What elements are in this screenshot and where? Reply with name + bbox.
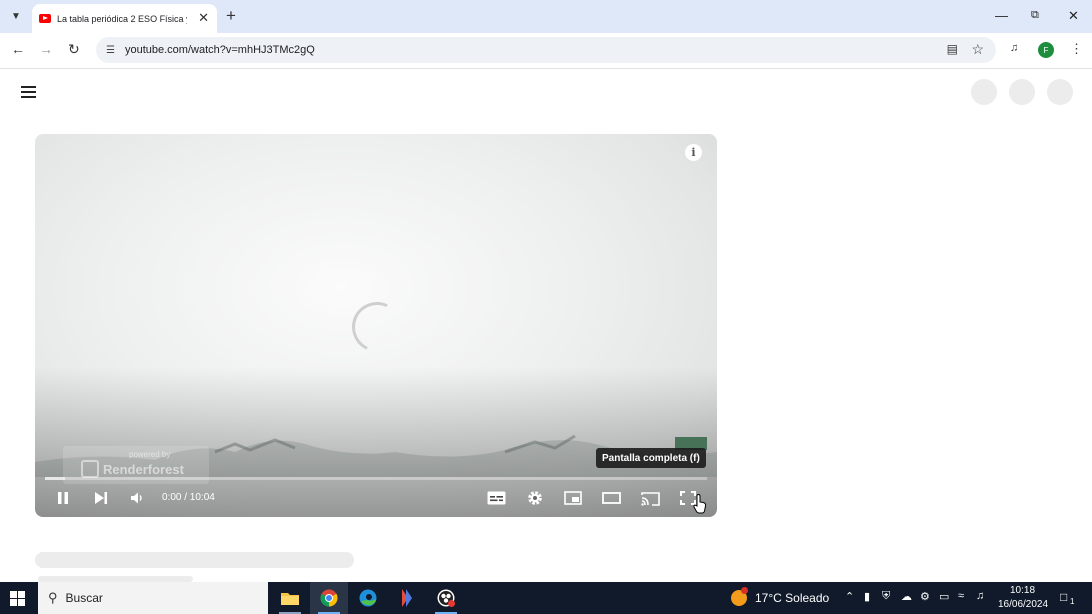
skip-next-icon <box>95 492 107 504</box>
video-player[interactable]: powered by Renderforest i Pantalla compl… <box>35 134 717 517</box>
header-placeholder-circle <box>971 79 997 105</box>
tab-close-icon[interactable]: ✕ <box>198 10 209 26</box>
subtitles-button[interactable] <box>485 488 507 508</box>
pause-icon <box>58 492 68 504</box>
video-title-placeholder <box>35 552 354 568</box>
taskbar-chrome[interactable] <box>310 582 348 614</box>
browser-tab-strip: ▼ La tabla periódica 2 ESO Física y Quím… <box>0 0 1092 33</box>
reload-icon[interactable]: ↻ <box>68 41 80 58</box>
tray-app-icon[interactable]: ☁ <box>901 590 912 603</box>
watermark-powered-by: powered by <box>129 450 171 459</box>
taskbar-app-red-blue[interactable] <box>388 582 426 614</box>
fullscreen-tooltip: Pantalla completa (f) <box>596 448 706 468</box>
taskbar-edge[interactable] <box>349 582 387 614</box>
notification-count: 1 <box>1070 597 1075 606</box>
notification-center-icon[interactable]: □ <box>1060 590 1067 604</box>
taskbar-search-box[interactable]: ⚲ Buscar <box>38 582 268 614</box>
install-app-icon[interactable]: ▤ <box>947 42 958 56</box>
minimize-window-icon[interactable]: — <box>995 8 1008 23</box>
header-placeholder-circle <box>1047 79 1073 105</box>
youtube-favicon-icon <box>39 14 51 23</box>
tab-search-chevron-icon[interactable]: ▼ <box>7 6 25 26</box>
show-hidden-icons-chevron-icon[interactable]: ⌃ <box>845 590 854 603</box>
info-icon[interactable]: i <box>685 144 702 161</box>
weather-alert-badge <box>741 587 748 594</box>
bookmark-star-icon[interactable]: ☆ <box>971 41 984 58</box>
forward-arrow-icon[interactable]: → <box>39 41 53 57</box>
taskbar-obs[interactable] <box>427 582 465 614</box>
loading-spinner-icon <box>344 294 410 360</box>
back-arrow-icon[interactable]: ← <box>11 41 25 57</box>
weather-text[interactable]: 17°C Soleado <box>755 591 829 605</box>
cast-icon <box>640 491 660 506</box>
gear-icon <box>528 491 542 505</box>
app-logo-icon <box>402 589 412 607</box>
profile-avatar[interactable]: F <box>1038 42 1054 58</box>
mouse-cursor-hand-icon <box>693 494 707 514</box>
cast-button[interactable] <box>639 488 661 508</box>
miniplayer-icon <box>564 491 582 505</box>
progress-bar-played <box>45 477 65 480</box>
theater-mode-button[interactable] <box>600 488 622 508</box>
clock-time[interactable]: 10:18 <box>1010 585 1035 596</box>
browser-menu-icon[interactable]: ⋮ <box>1070 41 1083 57</box>
theater-mode-icon <box>601 492 621 504</box>
header-placeholder-circle <box>1009 79 1035 105</box>
browser-tab-active[interactable]: La tabla periódica 2 ESO Física y Químic… <box>32 4 217 33</box>
windows-start-icon[interactable] <box>10 591 26 607</box>
pause-button[interactable] <box>53 488 73 508</box>
volume-icon <box>131 492 142 504</box>
taskbar-search-text: Buscar <box>65 591 103 605</box>
microphone-icon[interactable]: ▮ <box>864 590 870 603</box>
new-tab-plus-icon[interactable]: + <box>226 6 236 26</box>
clock-date[interactable]: 16/06/2024 <box>998 599 1048 610</box>
next-button[interactable] <box>91 488 111 508</box>
miniplayer-button[interactable] <box>562 488 584 508</box>
tray-settings-icon[interactable]: ⚙ <box>920 590 930 603</box>
browser-toolbar: ← → ↻ ☰ youtube.com/watch?v=mhHJ3TMc2gQ … <box>0 33 1092 69</box>
play-logo-icon <box>81 460 99 478</box>
address-bar[interactable]: ☰ youtube.com/watch?v=mhHJ3TMc2gQ ▤ ☆ <box>96 37 996 63</box>
wifi-icon[interactable]: ≈ <box>958 590 964 602</box>
close-window-icon[interactable]: ✕ <box>1068 8 1079 24</box>
obs-recording-icon <box>437 589 455 607</box>
settings-button[interactable] <box>524 488 546 508</box>
url-text: youtube.com/watch?v=mhHJ3TMc2gQ <box>124 44 315 56</box>
watermark-brand: Renderforest <box>103 462 184 477</box>
taskbar-file-explorer[interactable] <box>271 582 309 614</box>
chrome-icon <box>320 589 338 607</box>
speaker-volume-icon[interactable]: ♫ <box>976 590 984 602</box>
security-shield-icon[interactable]: ⛨ <box>882 590 890 603</box>
volume-button[interactable] <box>127 488 147 508</box>
time-display: 0:00 / 10:04 <box>162 492 215 503</box>
search-icon: ⚲ <box>48 590 58 605</box>
progress-bar[interactable] <box>45 477 707 480</box>
hamburger-menu-icon[interactable] <box>21 86 36 98</box>
battery-icon[interactable]: ▭ <box>939 590 949 603</box>
restore-window-icon[interactable]: ⧉ <box>1031 9 1039 22</box>
site-settings-icon[interactable]: ☰ <box>106 45 115 56</box>
edge-icon <box>359 589 377 607</box>
subtitles-icon <box>487 491 505 505</box>
media-control-icon[interactable]: ♫ <box>1010 42 1018 54</box>
folder-icon <box>281 593 299 605</box>
tab-title: La tabla periódica 2 ESO Física y Químic… <box>57 13 187 24</box>
